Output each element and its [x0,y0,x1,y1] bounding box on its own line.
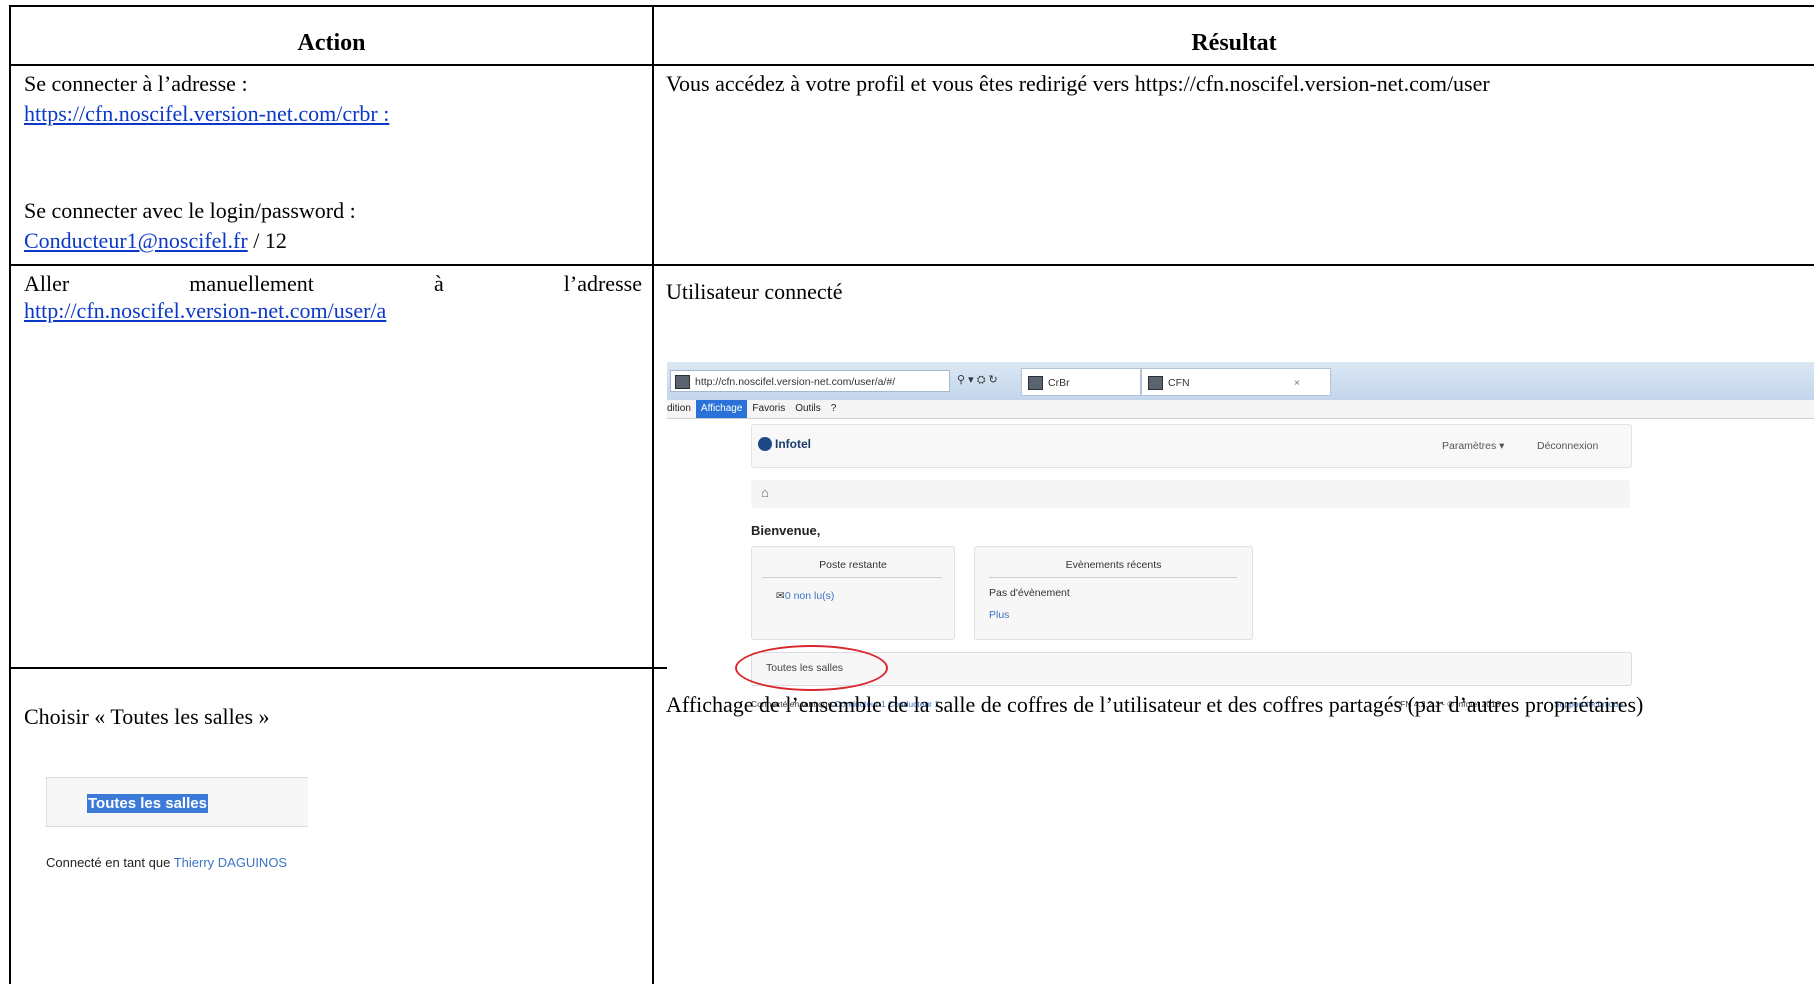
row2-action-words: Aller manuellement à l’adresse [24,270,642,297]
panel-divider [762,577,942,578]
globe-icon [758,437,772,451]
infotel-logo[interactable]: Infotel [758,437,811,451]
row2-action-link[interactable]: http://cfn.noscifel.version-net.com/user… [24,297,386,324]
tab-crbr[interactable]: CrBr [1021,368,1141,396]
crop-connected-as: Connecté en tant que Thierry DAGUINOS [46,855,287,870]
evenements-panel: Evènements récents Pas d'évènement Plus [974,546,1253,640]
toutes-les-salles-crop: Toutes les salles Connecté en tant que T… [46,777,308,907]
envelope-icon: ✉ [776,590,785,602]
close-icon[interactable]: × [1294,369,1300,397]
breadcrumb: ⌂ [751,480,1630,508]
row2-word: Aller [24,271,70,296]
poste-restante-panel: Poste restante ✉0 non lu(s) [751,546,955,640]
menu-help[interactable]: ? [826,400,842,418]
column-divider [652,5,654,984]
password-suffix: / 12 [247,228,287,253]
panel-divider [989,577,1237,578]
unread-link[interactable]: ✉0 non lu(s) [776,590,834,602]
app-navbar: Infotel Paramètres ▾ Déconnexion [751,424,1632,468]
tab-cfn[interactable]: CFN × [1141,368,1331,396]
header-action: Action [297,30,366,56]
selected-salles-text: Toutes les salles [87,794,208,813]
row1-action-line2: Se connecter avec le login/password : [24,198,356,223]
row2-result: Utilisateur connecté [666,279,843,304]
login-email-link[interactable]: Conducteur1@noscifel.fr [24,228,248,253]
welcome-heading: Bienvenue, [751,523,821,538]
unread-count: 0 non lu(s) [784,590,835,602]
browser-tab-bar: http://cfn.noscifel.version-net.com/user… [667,362,1814,400]
menu-bar: dition Affichage Favoris Outils? [667,400,1814,419]
no-event-text: Pas d'évènement [989,587,1070,599]
row2-word: à [433,271,444,296]
highlight-ellipse [735,645,888,691]
tab-crbr-label: CrBr [1048,377,1070,389]
menu-favoris[interactable]: Favoris [747,400,790,418]
tab-cfn-label: CFN [1168,377,1190,389]
logout-link[interactable]: Déconnexion [1537,440,1598,452]
logo-text: Infotel [775,437,811,451]
address-text: http://cfn.noscifel.version-net.com/user… [695,376,896,388]
panel-title: Evènements récents [1065,559,1162,571]
connected-prefix: Connecté en tant que [46,855,174,870]
header-bottom-border [9,64,1814,66]
plus-link[interactable]: Plus [989,609,1009,621]
row1-action-link[interactable]: https://cfn.noscifel.version-net.com/crb… [24,100,389,127]
connected-user-link[interactable]: Thierry DAGUINOS [174,855,287,870]
row3-action: Choisir « Toutes les salles » [24,704,270,729]
row1-action-line1: Se connecter à l’adresse : [24,71,248,96]
site-favicon-icon [675,375,690,389]
menu-edition[interactable]: dition [667,400,696,418]
row2-word: manuellement [189,271,314,296]
row1-result: Vous accédez à votre profil et vous êtes… [666,71,1490,96]
tab-favicon-icon [1028,376,1043,390]
row1-credentials: Conducteur1@noscifel.fr / 12 [24,227,287,254]
address-controls[interactable]: ⚲ ▾ ⛭ ↻ [957,373,998,387]
table-left-border [9,5,11,984]
parametres-menu[interactable]: Paramètres ▾ [1442,440,1504,452]
salles-bar[interactable]: Toutes les salles [46,777,308,827]
home-icon[interactable]: ⌂ [761,485,769,500]
row2-word: l’adresse [563,271,642,296]
tab-favicon-icon [1148,376,1163,390]
menu-outils[interactable]: Outils [790,400,826,418]
table-top-border [9,5,1814,7]
address-bar[interactable]: http://cfn.noscifel.version-net.com/user… [670,370,950,392]
row1-bottom-border [9,264,1814,266]
row3-result: Affichage de l’ensemble de la salle de c… [666,692,1644,717]
header-result: Résultat [1191,30,1277,56]
menu-affichage[interactable]: Affichage [695,400,748,418]
panel-title: Poste restante [819,559,887,571]
